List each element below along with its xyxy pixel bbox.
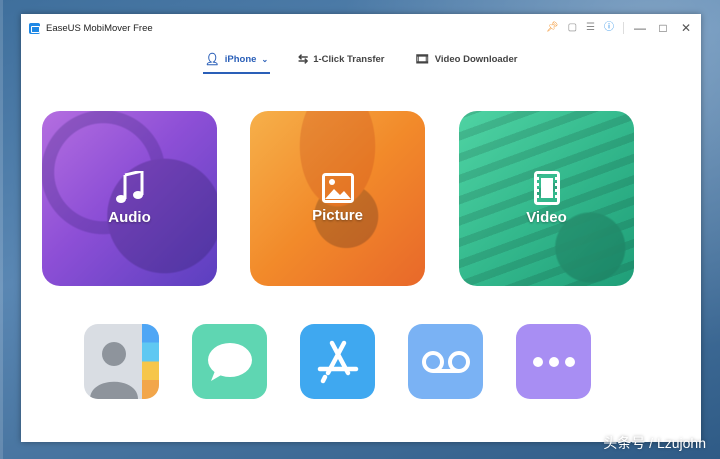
picture-card-label: Picture <box>312 207 363 224</box>
feedback-icon[interactable]: ▢ <box>568 23 577 33</box>
app-category-row <box>84 324 594 399</box>
picture-card[interactable]: Picture <box>250 111 425 286</box>
contacts-index-tabs <box>142 324 159 399</box>
chevron-down-icon[interactable]: ⌄ <box>261 55 268 64</box>
tab-iphone[interactable]: 👤︎ iPhone ⌄ <box>202 42 270 76</box>
contacts-button[interactable] <box>84 324 159 399</box>
transfer-icon: ⇆ <box>298 52 309 66</box>
close-button[interactable]: ✕ <box>679 21 693 35</box>
tab-video-downloader[interactable]: 🎞︎ Video Downloader <box>415 42 518 76</box>
person-icon: 👤︎ <box>204 52 220 66</box>
voicemail-icon <box>421 350 470 373</box>
watermark-text: 头条号 / Lzujohn <box>603 435 706 451</box>
app-store-icon <box>317 340 358 383</box>
minimize-button[interactable]: — <box>633 21 647 35</box>
app-store-button[interactable] <box>300 324 375 399</box>
image-icon <box>321 173 354 203</box>
title-bar: EaseUS MobiMover Free 📌︎ ▢ ☰ ⓘ — □ ✕ <box>21 14 701 42</box>
menu-icon[interactable]: ☰ <box>586 23 595 33</box>
video-card[interactable]: Video <box>459 111 634 286</box>
more-button[interactable] <box>516 324 591 399</box>
app-logo-icon <box>29 22 40 34</box>
category-cards: Audio Picture Video <box>42 111 638 286</box>
info-icon[interactable]: ⓘ <box>604 23 614 33</box>
audio-card[interactable]: Audio <box>42 111 217 286</box>
title-bar-actions: 📌︎ ▢ ☰ ⓘ — □ ✕ <box>546 21 693 35</box>
top-navigation: 👤︎ iPhone ⌄ ⇆ 1-Click Transfer 🎞︎ Video … <box>21 42 701 76</box>
message-bubble-icon <box>207 342 252 381</box>
audio-card-label: Audio <box>108 209 151 226</box>
more-dots-icon <box>532 356 575 367</box>
divider <box>623 22 624 34</box>
film-icon <box>533 171 560 205</box>
video-card-label: Video <box>526 209 567 226</box>
messages-button[interactable] <box>192 324 267 399</box>
maximize-button[interactable]: □ <box>656 21 670 35</box>
pin-icon[interactable]: 📌︎ <box>546 23 559 33</box>
tab-iphone-label: iPhone <box>224 53 257 65</box>
voicemail-button[interactable] <box>408 324 483 399</box>
tab-video-downloader-label: Video Downloader <box>434 53 518 65</box>
music-note-icon <box>115 171 143 203</box>
film-icon: 🎞︎ <box>414 52 430 66</box>
tab-1-click-transfer-label: 1-Click Transfer <box>313 53 385 65</box>
window-title: EaseUS MobiMover Free <box>46 22 153 34</box>
tab-1-click-transfer[interactable]: ⇆ 1-Click Transfer <box>298 42 384 76</box>
